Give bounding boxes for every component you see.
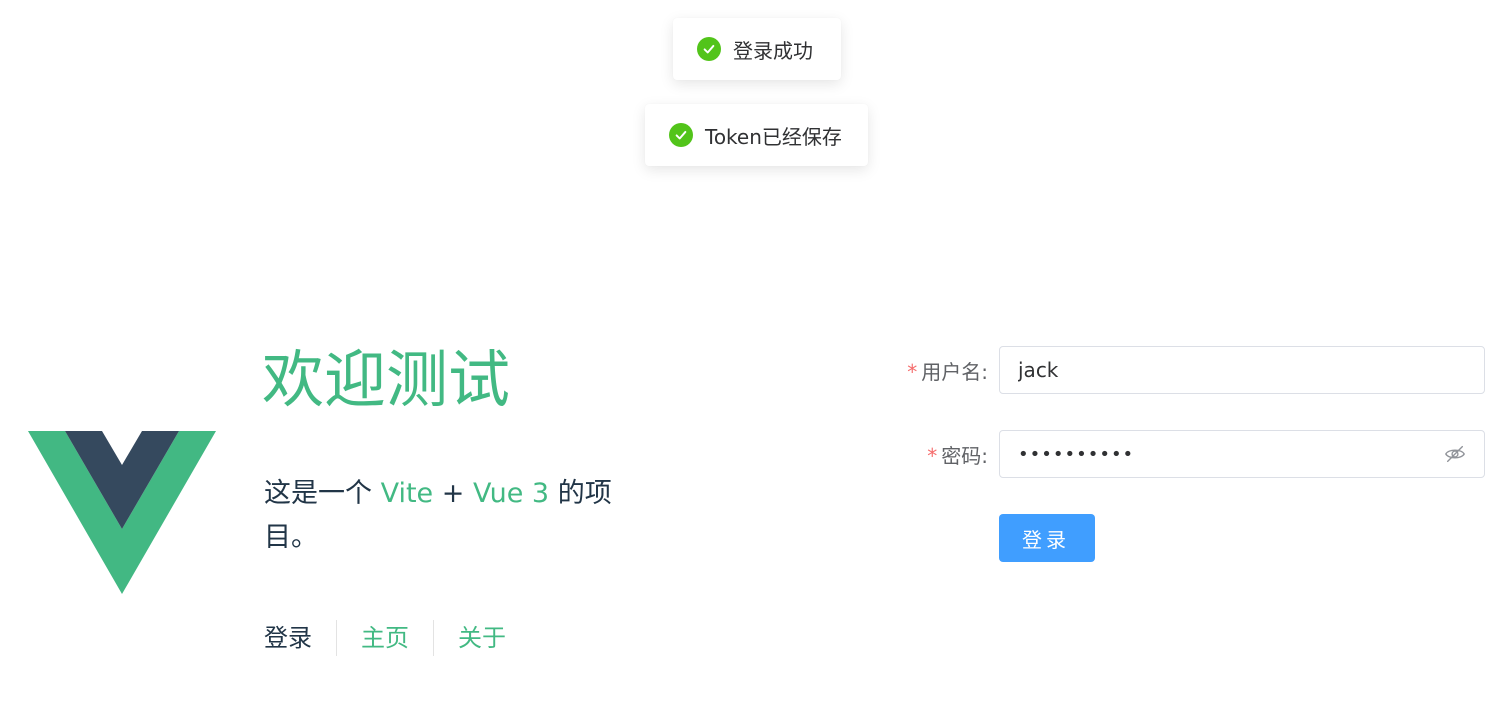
username-input[interactable]	[1018, 358, 1466, 382]
hero-title: 欢迎测试	[262, 343, 511, 416]
password-row: * 密码:	[880, 430, 1485, 478]
desc-prefix: 这是一个	[264, 478, 372, 509]
toast-login-success: 登录成功	[673, 18, 841, 80]
password-input[interactable]	[1018, 443, 1444, 465]
password-label-text: 密码:	[941, 443, 988, 468]
toast-text: Token已经保存	[705, 124, 842, 149]
nav-home[interactable]: 主页	[336, 620, 433, 656]
vite-link[interactable]: Vite	[381, 478, 434, 509]
login-button[interactable]: 登录	[999, 514, 1095, 562]
username-label: * 用户名:	[880, 356, 999, 385]
toast-token-saved: Token已经保存	[645, 104, 868, 166]
page: 登录成功 Token已经保存 欢迎测试 这是一个 Vite + Vue 3 的项…	[0, 0, 1501, 703]
password-input-wrapper	[999, 430, 1485, 478]
vue-logo	[28, 431, 216, 594]
eye-hidden-icon[interactable]	[1444, 443, 1466, 465]
nav-login[interactable]: 登录	[264, 620, 336, 656]
required-mark: *	[907, 359, 918, 384]
check-circle-icon	[669, 123, 693, 147]
username-label-text: 用户名:	[921, 359, 988, 384]
required-mark: *	[927, 443, 938, 468]
nav-about[interactable]: 关于	[433, 620, 530, 656]
vue-link[interactable]: Vue 3	[473, 478, 549, 509]
username-row: * 用户名:	[880, 346, 1485, 394]
username-input-wrapper	[999, 346, 1485, 394]
toast-text: 登录成功	[733, 38, 813, 63]
hero-description: 这是一个 Vite + Vue 3 的项目。	[264, 472, 624, 560]
desc-plus: +	[441, 478, 465, 509]
check-circle-icon	[697, 37, 721, 61]
main-nav: 登录 主页 关于	[264, 620, 530, 656]
password-label: * 密码:	[880, 440, 999, 469]
